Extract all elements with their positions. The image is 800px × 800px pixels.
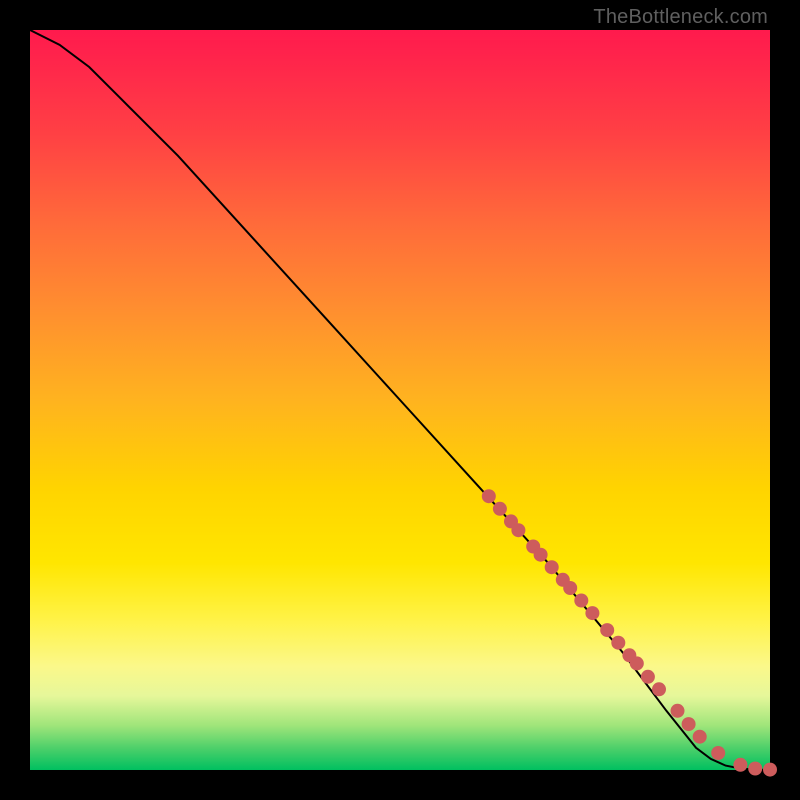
highlight-dot bbox=[563, 581, 577, 595]
chart-svg bbox=[30, 30, 770, 770]
highlight-dot bbox=[585, 606, 599, 620]
highlight-dot bbox=[611, 636, 625, 650]
highlight-dot bbox=[574, 594, 588, 608]
highlight-dot bbox=[545, 560, 559, 574]
plot-area bbox=[30, 30, 770, 770]
highlight-dot bbox=[493, 502, 507, 516]
highlight-dot bbox=[748, 762, 762, 776]
highlight-dot bbox=[671, 704, 685, 718]
highlight-dot bbox=[693, 730, 707, 744]
highlight-dot bbox=[733, 758, 747, 772]
highlight-dot bbox=[652, 682, 666, 696]
highlight-dot bbox=[511, 523, 525, 537]
highlight-dot bbox=[711, 746, 725, 760]
highlight-dot bbox=[763, 763, 777, 777]
highlight-dot bbox=[682, 717, 696, 731]
highlight-dot bbox=[630, 656, 644, 670]
highlight-dot-layer bbox=[482, 489, 777, 776]
highlight-dot bbox=[534, 548, 548, 562]
curve-line bbox=[30, 30, 770, 770]
highlight-dot bbox=[641, 670, 655, 684]
highlight-dot bbox=[482, 489, 496, 503]
chart-frame: TheBottleneck.com bbox=[0, 0, 800, 800]
watermark-text: TheBottleneck.com bbox=[593, 6, 768, 29]
highlight-dot bbox=[600, 623, 614, 637]
